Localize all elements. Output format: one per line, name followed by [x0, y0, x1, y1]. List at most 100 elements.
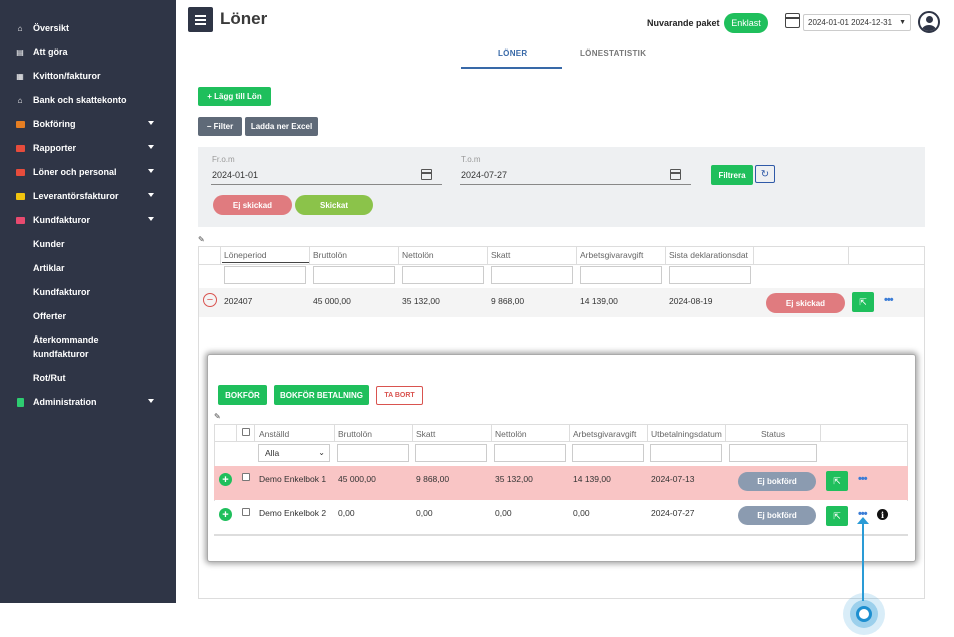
nettolon-filter-input[interactable]	[402, 266, 484, 284]
to-calendar-icon[interactable]	[670, 169, 681, 180]
from-date-label: Fr.o.m	[212, 155, 235, 164]
collapse-row-icon[interactable]: −	[203, 293, 217, 307]
pin-icon[interactable]: ✎	[214, 412, 221, 421]
info-icon[interactable]: i	[877, 509, 888, 520]
hamburger-menu-button[interactable]	[188, 7, 213, 32]
column-header-bruttolon[interactable]: Bruttolön	[313, 250, 347, 260]
column-header-skatt[interactable]: Skatt	[491, 250, 510, 260]
arbetsgivaravgift-filter-input[interactable]	[580, 266, 662, 284]
status-filter-input[interactable]	[729, 444, 817, 462]
header-divider	[199, 264, 924, 265]
skatt-filter-input[interactable]	[491, 266, 573, 284]
tab-lonestatistik[interactable]: LÖNESTATISTIK	[580, 49, 646, 58]
bank-icon: ⌂	[17, 95, 23, 105]
status-badge[interactable]: Ej bokförd	[738, 472, 816, 491]
tab-loner[interactable]: LÖNER	[498, 49, 528, 58]
deklarationsdat-filter-input[interactable]	[669, 266, 751, 284]
sidebar-item-label: Bank och skattekonto	[33, 95, 127, 105]
from-date-input[interactable]: 2024-01-01	[212, 170, 258, 180]
sidebar-item-label: Bokföring	[33, 119, 76, 129]
more-options-icon[interactable]: •••	[858, 473, 868, 485]
open-external-icon[interactable]: ⇱	[826, 506, 848, 526]
row-checkbox[interactable]	[242, 473, 250, 481]
column-separator	[665, 247, 666, 265]
sidebar-subitem-kundfakturor[interactable]: Kundfakturor	[0, 280, 176, 304]
pill-ej-skickad[interactable]: Ej skickad	[213, 195, 292, 215]
column-header-nettolon[interactable]: Nettolön	[402, 250, 434, 260]
sidebar-item-leverantorsfakturor[interactable]: Leverantörsfakturor	[0, 184, 176, 208]
sidebar-item-bokforing[interactable]: Bokföring	[0, 112, 176, 136]
status-badge[interactable]: Ej bokförd	[738, 506, 816, 525]
package-badge[interactable]: Enklast	[724, 13, 768, 33]
date-range-select[interactable]: 2024-01-01 2024-12-31 ▼	[803, 14, 911, 31]
employee-filter-select[interactable]: Alla ⌄	[258, 444, 330, 462]
cell-avgift: 14 139,00	[580, 296, 618, 306]
select-all-checkbox[interactable]	[242, 428, 250, 436]
sidebar-item-loner[interactable]: Löner och personal	[0, 160, 176, 184]
row-checkbox[interactable]	[242, 508, 250, 516]
download-excel-button[interactable]: Ladda ner Excel	[245, 117, 318, 136]
bokfor-betalning-button[interactable]: BOKFÖR BETALNING	[274, 385, 369, 405]
filter-toggle-button[interactable]: − Filter	[198, 117, 242, 136]
sidebar-item-att-gora[interactable]: ▤ Att göra	[0, 40, 176, 64]
sidebar: ⌂ Översikt ▤ Att göra ▦ Kvitton/fakturor…	[0, 0, 176, 603]
bokfor-button[interactable]: BOKFÖR	[218, 385, 267, 405]
delete-button[interactable]: TA BORT	[376, 386, 423, 405]
column-header-arbetsgivaravgift[interactable]: Arbetsgivaravgift	[573, 429, 636, 439]
pin-icon[interactable]: ✎	[198, 235, 205, 244]
open-external-icon[interactable]: ⇱	[852, 292, 874, 312]
column-header-nettolon[interactable]: Nettolön	[495, 429, 527, 439]
cell-period: 202407	[224, 296, 253, 306]
more-options-icon[interactable]: •••	[884, 294, 894, 306]
refresh-icon[interactable]: ↻	[755, 165, 775, 183]
column-header-skatt[interactable]: Skatt	[416, 429, 435, 439]
bruttolon-filter-input[interactable]	[313, 266, 395, 284]
cell-brutto: 45 000,00	[338, 474, 376, 484]
sidebar-item-kvitton[interactable]: ▦ Kvitton/fakturor	[0, 64, 176, 88]
sidebar-subitem-label: Återkommande kundfakturor	[33, 335, 99, 359]
sidebar-subitem-kunder[interactable]: Kunder	[0, 232, 176, 256]
sidebar-item-bank[interactable]: ⌂ Bank och skattekonto	[0, 88, 176, 112]
sidebar-item-label: Administration	[33, 397, 97, 407]
filter-submit-button[interactable]: Filtrera	[711, 165, 753, 185]
sidebar-item-oversikt[interactable]: ⌂ Översikt	[0, 16, 176, 40]
status-badge[interactable]: Ej skickad	[766, 293, 845, 313]
expand-row-icon[interactable]: +	[219, 508, 232, 521]
active-tab-indicator	[461, 67, 562, 69]
sidebar-subitem-offerter[interactable]: Offerter	[0, 304, 176, 328]
pill-skickat[interactable]: Skickat	[295, 195, 373, 215]
open-external-icon[interactable]: ⇱	[826, 471, 848, 491]
administration-icon	[14, 397, 26, 407]
user-avatar-icon[interactable]	[918, 11, 940, 33]
column-header-anstalld[interactable]: Anställd	[259, 429, 289, 439]
column-header-loneperiod[interactable]: Löneperiod	[224, 250, 267, 260]
sidebar-subitem-aterkommande[interactable]: Återkommande kundfakturor	[0, 328, 176, 366]
column-separator	[236, 425, 237, 441]
to-date-input[interactable]: 2024-07-27	[461, 170, 507, 180]
datum-filter-input[interactable]	[650, 444, 722, 462]
cell-skatt: 9 868,00	[491, 296, 525, 306]
add-salary-button[interactable]: + Lägg till Lön	[198, 87, 271, 106]
column-header-bruttolon[interactable]: Bruttolön	[338, 429, 372, 439]
header-divider	[215, 441, 907, 442]
from-calendar-icon[interactable]	[421, 169, 432, 180]
calendar-icon	[785, 13, 800, 28]
expand-row-icon[interactable]: +	[219, 473, 232, 486]
netto-filter-input[interactable]	[494, 444, 566, 462]
sidebar-item-administration[interactable]: Administration	[0, 390, 176, 414]
column-header-deklarationsdat[interactable]: Sista deklarationsdat	[669, 250, 751, 260]
avgift-filter-input[interactable]	[572, 444, 644, 462]
sidebar-subitem-rotrut[interactable]: Rot/Rut	[0, 366, 176, 390]
brutto-filter-input[interactable]	[337, 444, 409, 462]
skatt-filter-input[interactable]	[415, 444, 487, 462]
sidebar-item-rapporter[interactable]: Rapporter	[0, 136, 176, 160]
loneperiod-filter-input[interactable]	[224, 266, 306, 284]
column-separator	[820, 425, 821, 441]
package-label: Nuvarande paket	[647, 18, 720, 28]
column-header-status[interactable]: Status	[761, 429, 785, 439]
column-header-arbetsgivaravgift[interactable]: Arbetsgivaravgift	[580, 250, 643, 260]
sidebar-subitem-artiklar[interactable]: Artiklar	[0, 256, 176, 280]
cell-employee: Demo Enkelbok 1	[259, 474, 327, 484]
sidebar-item-kundfakturor[interactable]: Kundfakturor	[0, 208, 176, 232]
column-header-utbetalningsdatum[interactable]: Utbetalningsdatum	[651, 429, 723, 439]
